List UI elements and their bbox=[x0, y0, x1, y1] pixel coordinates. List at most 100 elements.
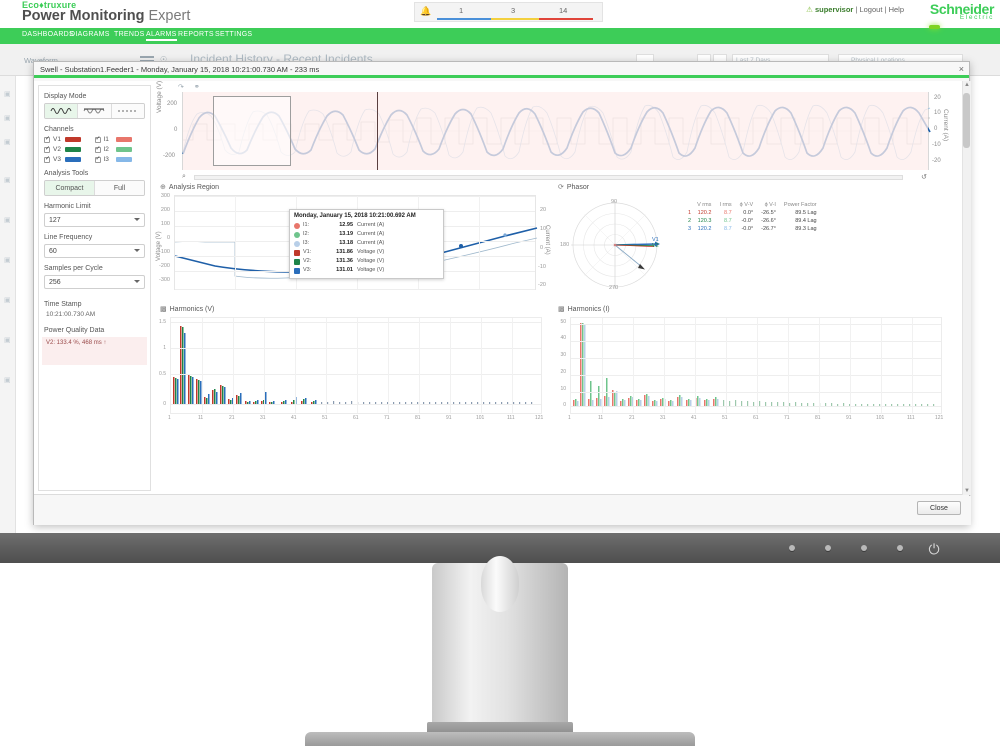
hi-ytick-40: 40 bbox=[560, 335, 566, 341]
display-mode-waveform[interactable] bbox=[45, 104, 79, 118]
ar-ytick-200: 200 bbox=[160, 207, 170, 213]
power-icon[interactable]: ⏻ bbox=[926, 541, 942, 557]
analysis-tool-full[interactable]: Full bbox=[95, 181, 144, 195]
channel-v2-swatch bbox=[65, 147, 81, 152]
ar-ytick-0: 0 bbox=[166, 235, 170, 241]
nav-reports[interactable]: REPORTS bbox=[178, 31, 214, 38]
channel-v2[interactable]: V2 bbox=[44, 145, 95, 153]
phasor-plot[interactable]: 90 180 270 V1 V2 bbox=[560, 195, 666, 295]
channel-i2-checkbox[interactable] bbox=[94, 145, 101, 153]
ph-row3-idx: 3 bbox=[688, 226, 692, 232]
channel-i3-checkbox[interactable] bbox=[94, 155, 101, 163]
ph-th-irms: I rms bbox=[719, 202, 732, 208]
analysis-content: ↷ ⚭ Voltage (V) 200 0 -200 Current (A) 2… bbox=[154, 81, 962, 491]
reset-zoom-icon[interactable]: ↺ bbox=[921, 173, 927, 181]
waveform-rtick-10: 10 bbox=[934, 110, 941, 116]
rail-icon-3[interactable]: ▣ bbox=[4, 138, 11, 146]
warning-icon: ⚠ bbox=[806, 5, 813, 14]
bezel-button-2[interactable] bbox=[825, 545, 831, 551]
waveform-ytick-200: 200 bbox=[167, 101, 178, 107]
time-stamp-label: Time Stamp bbox=[44, 301, 82, 308]
phasor-measurements-table: V rms I rms ϕ V-V ϕ V-I Power Factor 1 1… bbox=[684, 201, 821, 233]
channel-v1[interactable]: V1 bbox=[44, 135, 95, 143]
channel-v1-checkbox[interactable] bbox=[44, 135, 50, 143]
channel-i3[interactable]: I3 bbox=[94, 155, 146, 163]
samples-per-cycle-select[interactable]: 256 bbox=[44, 275, 145, 289]
hv-ytick-1p5: 1.5 bbox=[159, 319, 166, 325]
alarm-summary-widget[interactable]: 🔔 1 3 14 bbox=[414, 2, 603, 22]
harmonics-i-title-row: ▩ Harmonics (I) bbox=[558, 305, 962, 314]
nav-trends[interactable]: TRENDS bbox=[114, 31, 145, 38]
waveform-ytick-neg200: -200 bbox=[163, 153, 176, 159]
scrollbar-thumb[interactable] bbox=[963, 93, 970, 148]
modal-footer: Close bbox=[34, 496, 971, 525]
channel-v2-checkbox[interactable] bbox=[44, 145, 50, 153]
bezel-button-4[interactable] bbox=[897, 545, 903, 551]
rail-icon-1[interactable]: ▣ bbox=[4, 90, 11, 98]
hv-ytick-0: 0 bbox=[163, 401, 166, 407]
rail-icon-5[interactable]: ▣ bbox=[4, 216, 11, 224]
harmonic-limit-label: Harmonic Limit bbox=[44, 203, 91, 210]
waveform-icon bbox=[50, 108, 72, 114]
search-icon[interactable]: ⌕ bbox=[182, 173, 186, 181]
rail-icon-4[interactable]: ▣ bbox=[4, 176, 11, 184]
channel-v3[interactable]: V3 bbox=[44, 155, 95, 163]
nav-settings[interactable]: SETTINGS bbox=[215, 31, 252, 38]
user-menu: ⚠ supervisor | Logout | Help bbox=[806, 5, 904, 14]
harmonics-i-chart[interactable] bbox=[570, 317, 942, 414]
scroll-up-icon[interactable]: ▲ bbox=[964, 82, 970, 88]
channel-i1[interactable]: I1 bbox=[94, 135, 146, 143]
chevron-down-icon bbox=[134, 249, 140, 252]
close-button[interactable]: Close bbox=[917, 501, 961, 515]
analysis-tool-compact[interactable]: Compact bbox=[45, 181, 95, 195]
marker-tool-icon[interactable]: ⚭ bbox=[194, 84, 200, 91]
channel-i1-label: I1 bbox=[103, 136, 109, 143]
harmonics-v-chart[interactable] bbox=[170, 317, 542, 414]
channel-v3-swatch bbox=[65, 157, 81, 162]
channel-v3-checkbox[interactable] bbox=[44, 155, 50, 163]
nav-dashboards[interactable]: DASHBOARDS bbox=[22, 31, 74, 38]
waveform-chart[interactable] bbox=[182, 92, 931, 170]
rail-icon-2[interactable]: ▣ bbox=[4, 114, 11, 122]
ph-row2-idx: 2 bbox=[688, 218, 692, 224]
channel-i1-checkbox[interactable] bbox=[94, 135, 101, 143]
scroll-down-icon[interactable]: ▼ bbox=[964, 488, 970, 494]
analysis-sidebar: Display Mode Channels ✓ V1 ✓ I1 ✓ V2 ✓ I… bbox=[38, 85, 151, 491]
ar-rtick-neg20: -20 bbox=[538, 282, 546, 288]
logout-link[interactable]: Logout bbox=[859, 5, 882, 14]
zoom-tool-icon[interactable]: ↷ bbox=[178, 84, 184, 91]
modal-scrollbar[interactable]: ▲ ▼ bbox=[962, 81, 971, 495]
rail-icon-8[interactable]: ▣ bbox=[4, 336, 11, 344]
rail-icon-6[interactable]: ▣ bbox=[4, 256, 11, 264]
line-frequency-select[interactable]: 60 bbox=[44, 244, 145, 258]
close-icon[interactable]: × bbox=[959, 64, 964, 74]
hi-xtick-1: 1 bbox=[568, 415, 571, 421]
display-mode-waveform-rms[interactable] bbox=[78, 104, 112, 118]
ar-rtick-neg10: -10 bbox=[538, 264, 546, 270]
ar-rtick-20: 20 bbox=[540, 207, 547, 213]
analysis-region-title-row: ⊕ Analysis Region bbox=[160, 183, 554, 192]
rail-icon-7[interactable]: ▣ bbox=[4, 296, 11, 304]
harmonic-limit-select[interactable]: 127 bbox=[44, 213, 145, 227]
sep-2: | bbox=[884, 5, 887, 14]
ar-ytick-300: 300 bbox=[160, 193, 170, 199]
tooltip-timestamp: Monday, January 15, 2018 10:21:00.692 AM bbox=[294, 213, 416, 219]
waveform-scrollbar[interactable]: ⌕ ↺ bbox=[182, 173, 929, 181]
display-mode-rms[interactable] bbox=[111, 104, 144, 118]
nav-diagrams[interactable]: DIAGRAMS bbox=[70, 31, 110, 38]
waveform-selection-box[interactable] bbox=[213, 96, 291, 166]
tooltip-row-v1: V1: 131.86 Voltage (V) bbox=[294, 248, 439, 257]
channel-i2[interactable]: I2 bbox=[94, 145, 146, 153]
ph-th-pvi: ϕ V-I bbox=[764, 202, 776, 208]
ph-row3-irms: 8.7 bbox=[724, 226, 732, 232]
nav-alarms[interactable]: ALARMS bbox=[146, 31, 177, 41]
power-quality-label: Power Quality Data bbox=[44, 327, 105, 334]
rail-icon-9[interactable]: ▣ bbox=[4, 376, 11, 384]
help-link[interactable]: Help bbox=[889, 5, 904, 14]
waveform-scroll-track[interactable] bbox=[194, 175, 903, 180]
tooltip-value-v1: 131.86 bbox=[336, 249, 353, 255]
waveform-cursor-line[interactable] bbox=[377, 92, 378, 170]
bezel-button-1[interactable] bbox=[789, 545, 795, 551]
bezel-button-3[interactable] bbox=[861, 545, 867, 551]
phasor-diagram bbox=[571, 201, 660, 289]
